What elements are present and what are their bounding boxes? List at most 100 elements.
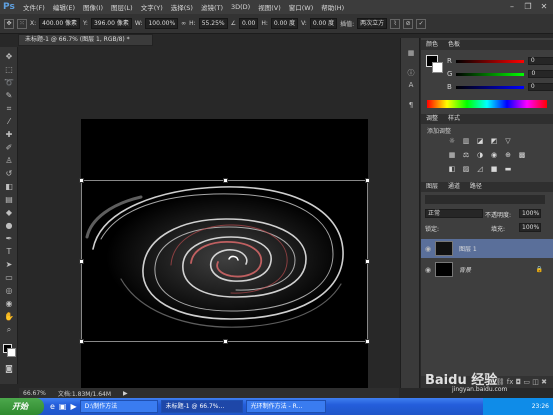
g-input[interactable]: 0 bbox=[528, 70, 553, 78]
history-brush-icon[interactable]: ↺ bbox=[3, 168, 15, 179]
visibility-eye-icon[interactable]: ◉ bbox=[421, 266, 435, 274]
tab-paths[interactable]: 路径 bbox=[470, 183, 482, 190]
3d-tool-icon[interactable]: ◎ bbox=[3, 285, 15, 296]
crop-tool-icon[interactable]: ⌗ bbox=[3, 103, 15, 114]
close-icon[interactable]: ✕ bbox=[539, 2, 549, 12]
quicklaunch-ie-icon[interactable]: e bbox=[50, 402, 55, 411]
clock[interactable]: 23:26 bbox=[532, 403, 549, 410]
exposure-icon[interactable]: ◩ bbox=[489, 137, 499, 146]
layer-name[interactable]: 图层 1 bbox=[459, 244, 477, 253]
tab-adjustments[interactable]: 调整 bbox=[426, 115, 438, 122]
gradient-map-icon[interactable]: ▬ bbox=[503, 165, 513, 174]
transform-handle[interactable] bbox=[223, 339, 228, 344]
dodge-tool-icon[interactable]: ● bbox=[3, 220, 15, 231]
tab-channels[interactable]: 通道 bbox=[448, 183, 460, 190]
visibility-eye-icon[interactable]: ◉ bbox=[421, 245, 435, 253]
move-tool-preset-icon[interactable]: ✥ bbox=[4, 18, 14, 29]
hue-saturation-icon[interactable]: ▦ bbox=[447, 151, 457, 160]
status-arrow-icon[interactable]: ▶ bbox=[123, 390, 128, 397]
fx-icon[interactable]: fx bbox=[507, 378, 514, 386]
background-color-swatch[interactable] bbox=[7, 348, 16, 357]
hand-tool-icon[interactable]: ✋ bbox=[3, 311, 15, 322]
add-mask-icon[interactable]: ◘ bbox=[516, 378, 522, 386]
menu-image[interactable]: 图像(I) bbox=[79, 2, 107, 12]
color-spectrum[interactable] bbox=[427, 100, 547, 108]
lasso-tool-icon[interactable]: ➰ bbox=[3, 77, 15, 88]
quicklaunch-media-icon[interactable]: ▶ bbox=[70, 402, 76, 411]
color-bg-swatch[interactable] bbox=[432, 62, 443, 73]
layer-filter-bar[interactable] bbox=[425, 195, 545, 204]
tab-swatches[interactable]: 色板 bbox=[448, 41, 460, 48]
menu-layer[interactable]: 图层(L) bbox=[107, 2, 137, 12]
new-folder-icon[interactable]: ▭ bbox=[523, 378, 530, 386]
3d-camera-icon[interactable]: ◉ bbox=[3, 298, 15, 309]
warp-icon[interactable]: ⌇ bbox=[390, 18, 401, 29]
g-slider-row[interactable]: G 0 bbox=[447, 70, 553, 78]
minimize-icon[interactable]: – bbox=[507, 2, 517, 12]
menu-3d[interactable]: 3D(D) bbox=[227, 3, 254, 11]
opacity-input[interactable]: 100% bbox=[519, 209, 541, 218]
tab-layers[interactable]: 图层 bbox=[426, 183, 438, 190]
menu-window[interactable]: 窗口(W) bbox=[285, 2, 318, 12]
quick-mask-icon[interactable]: ◙ bbox=[3, 363, 15, 374]
angle-input[interactable]: 0.00 bbox=[238, 18, 259, 29]
clone-stamp-icon[interactable]: ♙ bbox=[3, 155, 15, 166]
b-slider-row[interactable]: B 0 bbox=[447, 83, 553, 91]
start-button[interactable]: 开始 bbox=[0, 398, 44, 415]
hskew-input[interactable]: 0.00 度 bbox=[270, 18, 299, 29]
threshold-icon[interactable]: ◿ bbox=[475, 165, 485, 174]
black-white-icon[interactable]: ◑ bbox=[475, 151, 485, 160]
height-input[interactable]: 55.25% bbox=[198, 18, 228, 29]
menu-file[interactable]: 文件(F) bbox=[19, 2, 49, 12]
r-slider-row[interactable]: R 0 bbox=[447, 57, 553, 65]
layer-row-selected[interactable]: ◉ 图层 1 bbox=[421, 239, 553, 258]
color-lookup-icon[interactable]: ▩ bbox=[517, 151, 527, 160]
taskbar-browser-button[interactable]: 光环制作方法 - R... bbox=[245, 400, 326, 413]
zoom-level[interactable]: 66.67% bbox=[23, 390, 46, 397]
transform-handle[interactable] bbox=[223, 178, 228, 183]
link-icon[interactable]: ∞ bbox=[181, 20, 186, 27]
zoom-tool-icon[interactable]: ⌕ bbox=[3, 324, 15, 335]
menu-type[interactable]: 文字(Y) bbox=[137, 2, 167, 12]
new-layer-icon[interactable]: ◫ bbox=[532, 378, 539, 386]
character-icon[interactable]: A bbox=[405, 80, 417, 91]
taskbar-photoshop-button[interactable]: 未标题-1 @ 66.7%... bbox=[160, 400, 243, 413]
transform-handle[interactable] bbox=[365, 339, 370, 344]
menu-filter[interactable]: 滤镜(T) bbox=[197, 2, 227, 12]
restore-icon[interactable]: ❐ bbox=[523, 2, 533, 12]
eraser-icon[interactable]: ◧ bbox=[3, 181, 15, 192]
taskbar-explorer-button[interactable]: D:\制作方法 bbox=[79, 400, 158, 413]
blend-mode-select[interactable]: 正常 bbox=[425, 209, 483, 218]
eyedropper-icon[interactable]: ⁄ bbox=[3, 116, 15, 127]
quicklaunch-folder-icon[interactable]: ▣ bbox=[59, 402, 67, 411]
menu-select[interactable]: 选择(S) bbox=[167, 2, 197, 12]
commit-transform-icon[interactable]: ✓ bbox=[416, 18, 427, 29]
healing-brush-icon[interactable]: ✚ bbox=[3, 129, 15, 140]
gradient-tool-icon[interactable]: ▤ bbox=[3, 194, 15, 205]
levels-icon[interactable]: ▥ bbox=[461, 137, 471, 146]
marquee-tool-icon[interactable]: ⬚ bbox=[3, 64, 15, 75]
cancel-transform-icon[interactable]: ⊘ bbox=[403, 18, 414, 29]
selective-color-icon[interactable]: ■ bbox=[489, 165, 499, 174]
tab-color[interactable]: 颜色 bbox=[426, 41, 438, 48]
pen-tool-icon[interactable]: ✒ bbox=[3, 233, 15, 244]
brush-tool-icon[interactable]: ✐ bbox=[3, 142, 15, 153]
tab-styles[interactable]: 样式 bbox=[448, 115, 460, 122]
transform-handle[interactable] bbox=[79, 178, 84, 183]
posterize-icon[interactable]: ▨ bbox=[461, 165, 471, 174]
history-icon[interactable]: ▦ bbox=[405, 48, 417, 59]
menu-edit[interactable]: 编辑(E) bbox=[49, 2, 79, 12]
transform-handle[interactable] bbox=[365, 259, 370, 264]
interpolation-select[interactable]: 两次立方 bbox=[357, 18, 388, 29]
invert-icon[interactable]: ◧ bbox=[447, 165, 457, 174]
menu-help[interactable]: 帮助(H) bbox=[317, 2, 348, 12]
curves-icon[interactable]: ◪ bbox=[475, 137, 485, 146]
layer-name[interactable]: 背景 bbox=[459, 265, 471, 274]
layer-row[interactable]: ◉ 背景 🔒 bbox=[421, 260, 553, 279]
reference-point-icon[interactable]: ⁙ bbox=[17, 18, 27, 29]
width-input[interactable]: 100.00% bbox=[145, 18, 179, 29]
vskew-input[interactable]: 0.00 度 bbox=[309, 18, 338, 29]
document-tab[interactable]: 未标题-1 @ 66.7% (图层 1, RGB/8) * bbox=[18, 34, 153, 46]
g-slider[interactable] bbox=[456, 72, 525, 76]
shape-tool-icon[interactable]: ▭ bbox=[3, 272, 15, 283]
